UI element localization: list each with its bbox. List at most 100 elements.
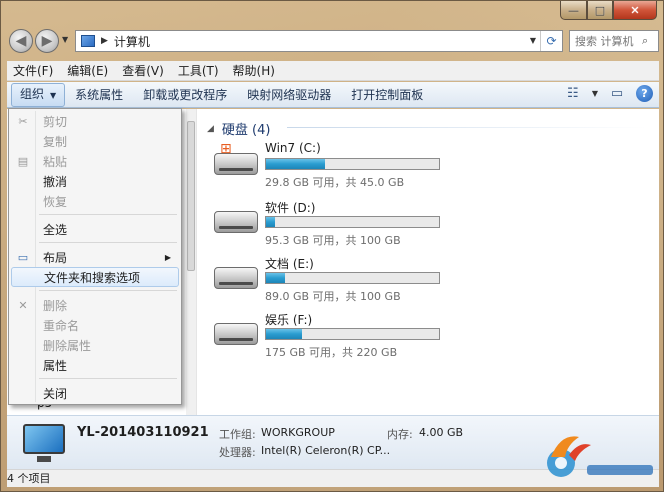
forward-button[interactable]: ▶ <box>35 29 59 53</box>
group-divider <box>287 127 647 128</box>
close-icon: ✕ <box>630 3 640 17</box>
workgroup-value: WORKGROUP <box>261 426 335 439</box>
preview-pane-icon: ▭ <box>610 85 624 101</box>
drive-usage-fill <box>266 329 303 339</box>
search-box[interactable]: ⌕ <box>569 30 659 52</box>
menu-item-label: 删除 <box>43 298 68 313</box>
site-watermark-logo <box>547 436 653 477</box>
menu-item-layout[interactable]: ▭ 布局 ▶ <box>11 247 179 267</box>
menu-tools[interactable]: 工具(T) <box>171 61 226 81</box>
drive-usage-bar <box>265 216 440 228</box>
menu-item-label: 剪切 <box>43 114 68 129</box>
close-button[interactable]: ✕ <box>613 1 657 20</box>
minimize-button[interactable]: — <box>560 1 587 20</box>
submenu-arrow-icon: ▶ <box>164 252 171 262</box>
collapse-triangle-icon[interactable]: ◢ <box>207 124 214 134</box>
forward-arrow-icon: ▶ <box>41 33 53 49</box>
drive-size: 95.3 GB 可用，共 100 GB <box>265 234 401 247</box>
drive-item-d[interactable]: 软件 (D:) 95.3 GB 可用，共 100 GB <box>214 199 454 251</box>
preview-pane-button[interactable]: ▭ <box>608 84 626 102</box>
menu-item-label: 恢复 <box>43 194 68 209</box>
drive-name: 娱乐 (F:) <box>265 313 313 327</box>
drive-usage-fill <box>266 273 286 283</box>
group-header-hard-drives[interactable]: ◢ 硬盘 (4) <box>207 119 647 138</box>
computer-icon <box>81 35 95 47</box>
menu-item-label: 属性 <box>43 358 68 373</box>
menu-item-label: 布局 <box>43 250 68 265</box>
memory-label: 内存: <box>387 428 413 441</box>
drive-name: 软件 (D:) <box>265 201 316 215</box>
drive-usage-bar <box>265 158 440 170</box>
map-network-drive-button[interactable]: 映射网络驱动器 <box>237 83 341 107</box>
navigation-row: ◀ ▶ ▼ ▶ 计算机 ▼ ⟳ ⌕ <box>7 29 659 55</box>
search-icon[interactable]: ⌕ <box>642 34 648 48</box>
help-icon[interactable]: ? <box>636 84 653 102</box>
drive-name: Win7 (C:) <box>265 141 321 155</box>
change-view-button[interactable]: ☷ <box>564 84 582 102</box>
group-header-label: 硬盘 (4) <box>221 123 271 138</box>
menu-help[interactable]: 帮助(H) <box>226 61 282 81</box>
back-arrow-icon: ◀ <box>15 33 27 49</box>
breadcrumb-computer[interactable]: 计算机 <box>114 33 150 50</box>
navpane-scrollbar[interactable] <box>186 109 196 415</box>
menu-item-paste[interactable]: ▤ 粘贴 <box>11 151 179 171</box>
menu-item-label: 关闭 <box>43 386 68 401</box>
menu-item-remove-properties[interactable]: 删除属性 <box>11 335 179 355</box>
workgroup-label: 工作组: <box>219 428 256 441</box>
maximize-icon: □ <box>594 3 606 17</box>
scrollbar-thumb[interactable] <box>187 121 195 271</box>
system-properties-button[interactable]: 系统属性 <box>65 83 133 107</box>
uninstall-program-button[interactable]: 卸载或更改程序 <box>133 83 237 107</box>
back-button[interactable]: ◀ <box>9 29 33 53</box>
drive-usage-fill <box>266 159 325 169</box>
menu-separator <box>39 242 177 243</box>
drive-usage-fill <box>266 217 275 227</box>
drive-usage-bar <box>265 272 440 284</box>
maximize-button[interactable]: □ <box>587 1 613 20</box>
menu-item-rename[interactable]: 重命名 <box>11 315 179 335</box>
search-input[interactable] <box>570 34 642 48</box>
menu-item-close[interactable]: 关闭 <box>11 383 179 403</box>
view-options-dropdown-icon[interactable]: ▼ <box>592 89 598 98</box>
item-count: 4 个项目 <box>7 472 51 485</box>
menu-item-redo[interactable]: 恢复 <box>11 191 179 211</box>
menu-item-delete[interactable]: ✕ 删除 <box>11 295 179 315</box>
drive-item-f[interactable]: 娱乐 (F:) 175 GB 可用，共 220 GB <box>214 311 454 363</box>
view-list-icon: ☷ <box>567 85 579 101</box>
menu-item-undo[interactable]: 撤消 <box>11 171 179 191</box>
menu-item-cut[interactable]: ✂ 剪切 <box>11 111 179 131</box>
menu-item-select-all[interactable]: 全选 <box>11 219 179 239</box>
open-control-panel-button[interactable]: 打开控制面板 <box>341 83 433 107</box>
cpu-label: 处理器: <box>219 446 256 459</box>
layout-icon: ▭ <box>17 250 29 264</box>
hard-drive-icon <box>214 211 258 233</box>
address-dropdown-icon[interactable]: ▼ <box>530 36 536 45</box>
cpu-value: Intel(R) Celeron(R) CP... <box>261 444 391 457</box>
chevron-down-icon: ▼ <box>50 90 57 100</box>
menu-item-copy[interactable]: 复制 <box>11 131 179 151</box>
computer-monitor-icon <box>23 424 65 462</box>
recent-pages-dropdown[interactable]: ▼ <box>62 35 68 44</box>
menu-file[interactable]: 文件(F) <box>7 61 60 81</box>
menu-item-folder-options[interactable]: 文件夹和搜索选项 <box>11 267 179 287</box>
breadcrumb-separator-icon[interactable]: ▶ <box>101 36 108 46</box>
drive-size: 29.8 GB 可用，共 45.0 GB <box>265 176 405 189</box>
refresh-button[interactable]: ⟳ <box>540 31 562 51</box>
menu-item-properties[interactable]: 属性 <box>11 355 179 375</box>
drive-name: 文档 (E:) <box>265 257 314 271</box>
menu-item-label: 重命名 <box>43 318 80 333</box>
organize-button[interactable]: 组织 ▼ <box>11 82 66 107</box>
menu-separator <box>39 290 177 291</box>
menu-edit[interactable]: 编辑(E) <box>60 61 115 81</box>
menu-view[interactable]: 查看(V) <box>115 61 171 81</box>
scissors-icon: ✂ <box>18 114 28 128</box>
organize-context-menu: ✂ 剪切 复制 ▤ 粘贴 撤消 恢复 全选 ▭ 布局 ▶ 文件夹和搜索选项 ✕ 删除 重命… <box>8 108 182 405</box>
address-bar[interactable]: ▶ 计算机 ▼ ⟳ <box>75 30 563 52</box>
delete-x-icon: ✕ <box>18 298 28 312</box>
drive-item-e[interactable]: 文档 (E:) 89.0 GB 可用，共 100 GB <box>214 255 454 307</box>
drive-item-c[interactable]: ⊞ Win7 (C:) 29.8 GB 可用，共 45.0 GB <box>214 141 454 193</box>
computer-name: YL-201403110921 <box>77 425 209 440</box>
refresh-icon: ⟳ <box>546 34 557 48</box>
menu-item-label: 粘贴 <box>43 154 68 169</box>
menu-item-label: 文件夹和搜索选项 <box>44 270 141 285</box>
